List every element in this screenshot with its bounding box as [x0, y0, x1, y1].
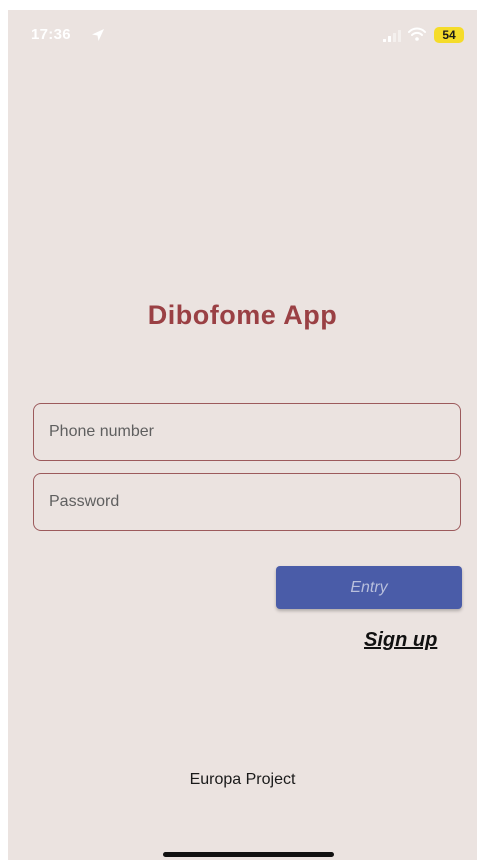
wifi-icon — [408, 27, 426, 41]
app-title: Dibofome App — [147, 300, 338, 330]
entry-button[interactable]: Entry — [276, 566, 462, 609]
sign-up-link[interactable]: Sign up — [364, 629, 437, 652]
cellular-signal-icon — [383, 30, 401, 42]
battery-indicator: 54 — [434, 27, 464, 43]
phone-number-input[interactable] — [33, 403, 461, 461]
location-arrow-icon — [92, 29, 104, 41]
footer-text: Europa Project — [189, 771, 296, 788]
status-time: 17:36 — [31, 26, 71, 43]
app-screen: 17:36 54 Dibofome App Entry Sign up Euro… — [8, 10, 477, 860]
status-bar: 17:36 54 — [8, 10, 477, 60]
home-indicator[interactable] — [163, 852, 334, 857]
password-input[interactable] — [33, 473, 461, 531]
